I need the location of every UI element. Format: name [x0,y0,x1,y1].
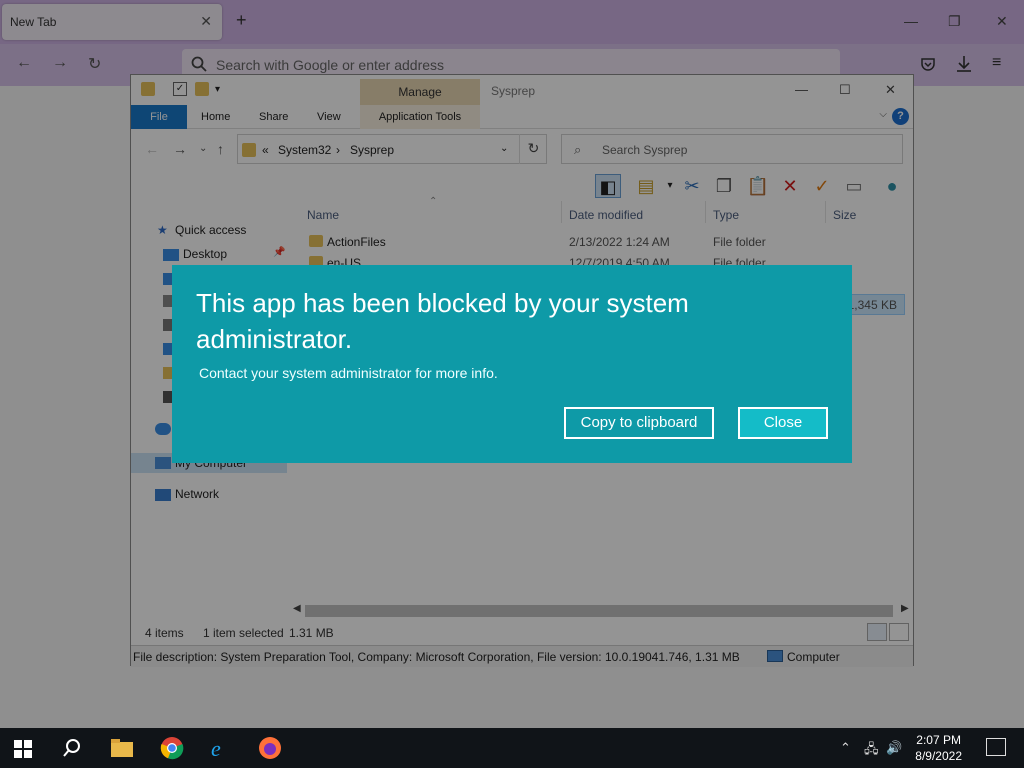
clock-date: 8/9/2022 [915,749,962,763]
windows-start-icon[interactable] [14,740,32,758]
dialog-message: Contact your system administrator for mo… [199,365,498,381]
file-explorer-taskbar-icon[interactable] [110,736,134,760]
taskbar: e ⌃ 🖧 🔊 2:07 PM 8/9/2022 [0,728,1024,768]
clock[interactable]: 2:07 PM 8/9/2022 [915,732,962,764]
firefox-icon[interactable] [258,736,282,760]
notification-icon[interactable] [986,738,1006,756]
show-hidden-icons-icon[interactable]: ⌃ [840,740,851,756]
dialog-title: This app has been blocked by your system… [196,288,689,354]
network-tray-icon[interactable]: 🖧 [864,740,879,762]
close-button[interactable]: Close [738,407,828,439]
chrome-icon[interactable] [160,736,184,760]
volume-icon[interactable]: 🔊 [886,740,902,756]
clock-time: 2:07 PM [916,733,961,747]
internet-explorer-icon[interactable]: e [208,736,232,760]
svg-text:e: e [211,736,221,760]
copy-to-clipboard-button[interactable]: Copy to clipboard [564,407,714,439]
search-icon[interactable] [60,736,84,760]
blocked-app-dialog: This app has been blocked by your system… [172,265,852,463]
